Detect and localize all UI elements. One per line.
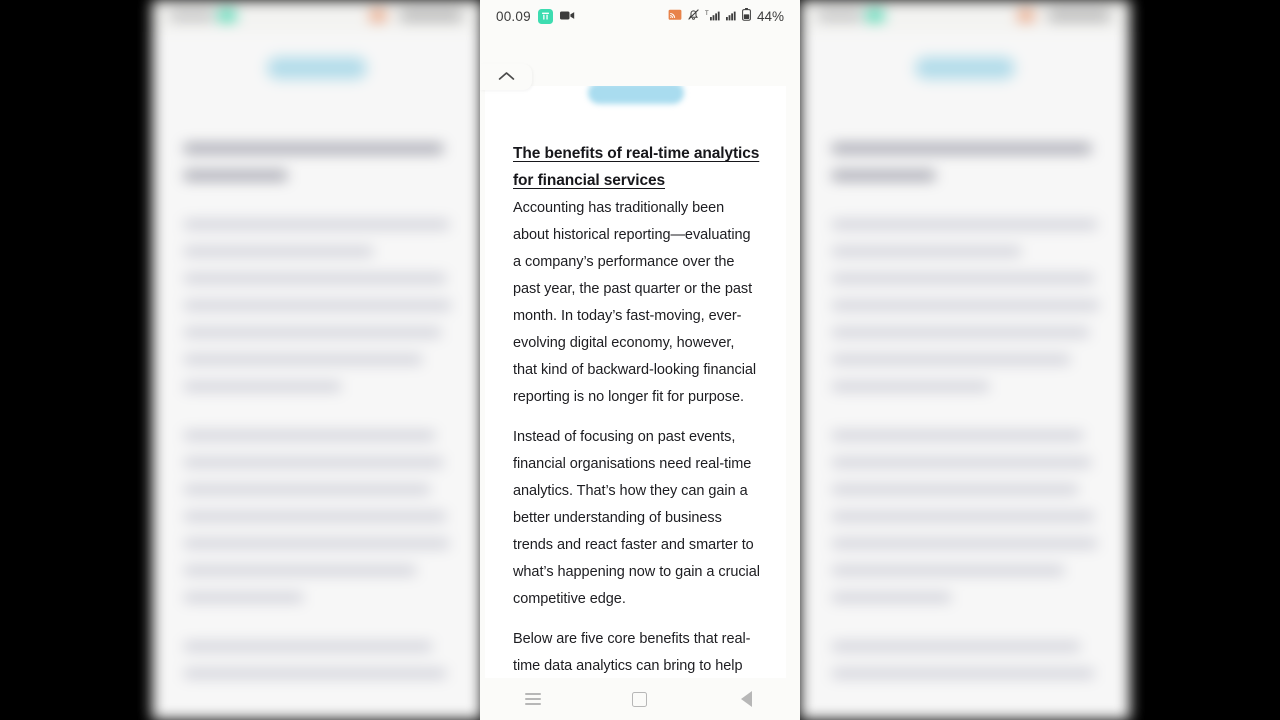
background-card-right — [814, 86, 1116, 720]
back-triangle-icon — [741, 691, 753, 707]
chevron-up-icon — [498, 68, 515, 86]
screen-cast-icon — [668, 9, 682, 24]
green-app-icon — [537, 8, 553, 24]
status-bar-right: T 44% — [668, 8, 784, 24]
nav-home-button[interactable] — [617, 681, 663, 717]
collapse-panel-button[interactable] — [480, 64, 532, 90]
nav-back-button[interactable] — [724, 681, 770, 717]
content-area: The benefits of real-time analytics for … — [480, 32, 800, 720]
android-navigation-bar — [480, 678, 800, 720]
background-card-left — [166, 86, 468, 720]
document-body: The benefits of real-time analytics for … — [485, 86, 786, 720]
background-pill-right — [915, 57, 1015, 79]
background-clock-left — [170, 10, 214, 21]
background-clock-right — [818, 10, 862, 21]
background-panel-left — [152, 0, 482, 720]
battery-percent-label: 44% — [756, 8, 784, 24]
paragraph-2: Instead of focusing on past events, fina… — [513, 429, 760, 607]
paragraph-1: Accounting has traditionally been about … — [513, 200, 757, 405]
signal-bars-sim2-icon — [725, 9, 737, 24]
status-bar-left: 00.09 — [496, 8, 575, 24]
background-pill-left — [267, 57, 367, 79]
background-statusbar-right — [800, 0, 1130, 32]
notification-muted-icon — [687, 8, 700, 24]
signal-bars-sim1-icon: T — [705, 9, 721, 24]
home-square-icon — [632, 691, 648, 707]
background-app-icon-left — [218, 10, 236, 21]
background-battery-left — [400, 10, 462, 21]
background-app-icon-right — [866, 10, 884, 21]
status-bar: 00.09 T 44% — [480, 0, 800, 32]
background-panel-right — [800, 0, 1130, 720]
blurred-action-pill[interactable] — [587, 86, 684, 104]
screenshot-root: 00.09 T 44% The benefits of real-time an… — [0, 0, 1280, 720]
battery-icon — [742, 8, 751, 24]
page-title: The benefits of real-time analytics for … — [513, 145, 760, 189]
background-text-lines-right — [832, 144, 1102, 696]
background-battery-right — [1048, 10, 1110, 21]
document-card: The benefits of real-time analytics for … — [485, 86, 786, 720]
background-cast-icon-right — [1018, 10, 1034, 21]
video-camera-icon — [559, 9, 575, 24]
recents-icon — [525, 693, 542, 705]
background-text-lines-left — [184, 144, 454, 696]
background-statusbar-left — [152, 0, 482, 32]
phone-screen: 00.09 T 44% The benefits of real-time an… — [480, 0, 800, 720]
paragraph-3: Below are five core benefits that real-t… — [513, 631, 751, 674]
svg-text:T: T — [705, 11, 709, 17]
status-clock: 00.09 — [496, 8, 531, 24]
nav-recents-button[interactable] — [510, 681, 556, 717]
background-cast-icon-left — [370, 10, 386, 21]
